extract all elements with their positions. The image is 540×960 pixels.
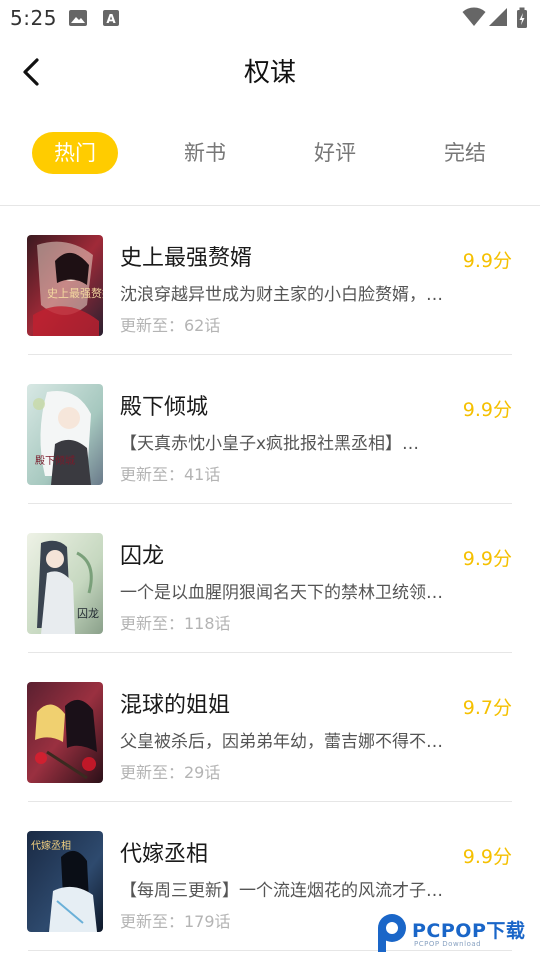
gallery-icon [68,9,88,31]
tab-hot[interactable]: 热门 [32,132,118,174]
tab-top-rated[interactable]: 好评 [292,132,378,174]
book-title: 史上最强赘婿 [120,246,253,271]
book-title: 代嫁丞相 [120,842,209,867]
pcpop-logo-icon [378,914,406,952]
cover-title-text: 殿下倾城 [35,454,75,467]
book-score: 9.7分 [462,697,512,719]
book-cover[interactable]: 殿下倾城 [27,384,103,485]
cover-title-text: 代嫁丞相 [31,839,71,852]
cover-title-text: 史上最强赘婿 [47,286,103,300]
page-title: 权谋 [243,58,296,88]
category-tabs: 热门 新书 好评 完结 [0,126,540,182]
book-score: 9.9分 [462,846,512,868]
book-update: 更新至：41话 [120,465,221,484]
book-update: 更新至：62话 [120,316,221,335]
header: 权谋 [0,36,540,106]
wifi-icon [462,7,486,31]
book-score: 9.9分 [462,250,512,272]
battery-icon [516,7,528,33]
book-cover[interactable]: 囚龙 [27,533,103,634]
tab-new[interactable]: 新书 [162,132,248,174]
list-item[interactable]: 混球的姐姐 9.7分 父皇被杀后，因弟弟年幼，蕾吉娜不得不… 更新至：29话 [0,653,540,802]
book-cover[interactable]: 代嫁丞相 [27,831,103,932]
watermark-sub: PCPOP Download [414,940,482,948]
svg-text:A: A [106,12,116,26]
book-update: 更新至：118话 [120,614,231,633]
book-cover[interactable]: 史上最强赘婿 [27,235,103,336]
app-notification-icon: A [102,9,120,31]
book-update: 更新至：29话 [120,763,221,782]
book-update: 更新至：179话 [120,912,231,931]
book-title: 殿下倾城 [120,395,209,420]
book-score: 9.9分 [462,548,512,570]
watermark: PCPOP下载 PCPOP Download [372,912,540,956]
status-bar: 5:25 A [0,0,540,36]
book-cover[interactable] [27,682,103,783]
list-item[interactable]: 殿下倾城 殿下倾城 9.9分 【天真赤忱小皇子x疯批报社黑丞相】… 更新至：41… [0,355,540,504]
cover-title-text: 囚龙 [77,607,99,620]
book-title: 囚龙 [120,544,165,569]
book-score: 9.9分 [462,399,512,421]
book-description: 一个是以血腥阴狠闻名天下的禁林卫统领… [120,583,443,603]
watermark-brand: PCPOP下载 [412,920,526,942]
book-description: 父皇被杀后，因弟弟年幼，蕾吉娜不得不… [120,732,443,752]
book-title: 混球的姐姐 [120,693,231,718]
list-item[interactable]: 囚龙 囚龙 9.9分 一个是以血腥阴狠闻名天下的禁林卫统领… 更新至：118话 [0,504,540,653]
tab-completed[interactable]: 完结 [422,132,508,174]
signal-icon [488,7,508,31]
book-description: 【每周三更新】一个流连烟花的风流才子… [120,881,443,901]
status-time: 5:25 [10,6,57,30]
book-description: 沈浪穿越异世成为财主家的小白脸赘婿，… [120,285,443,305]
list-item[interactable]: 史上最强赘婿 史上最强赘婿 9.9分 沈浪穿越异世成为财主家的小白脸赘婿，… 更… [0,206,540,355]
book-description: 【天真赤忱小皇子x疯批报社黑丞相】… [120,434,420,454]
